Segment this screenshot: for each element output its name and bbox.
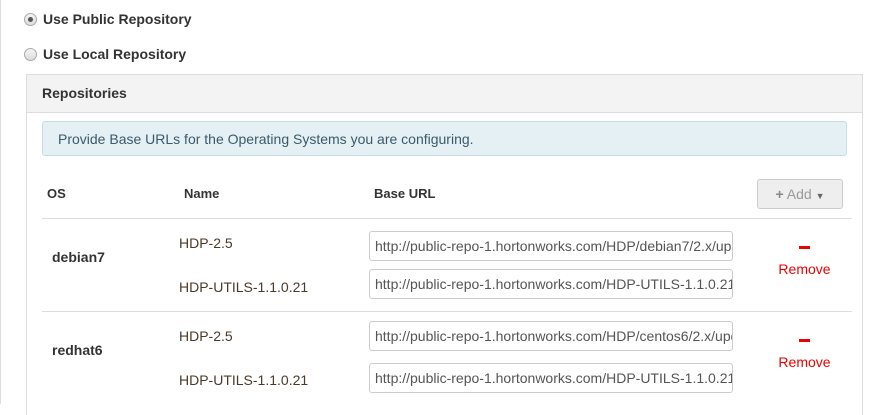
- repositories-panel: Repositories Provide Base URLs for the O…: [26, 74, 863, 415]
- os-label: debian7: [52, 249, 105, 265]
- remove-os-button[interactable]: Remove: [772, 339, 837, 370]
- base-url-input[interactable]: http://public-repo-1.hortonworks.com/HDP…: [369, 363, 733, 393]
- add-label: Add: [786, 186, 812, 202]
- left-border: [0, 0, 1, 404]
- caret-down-icon: ▼: [815, 191, 825, 201]
- panel-title: Repositories: [27, 75, 862, 113]
- divider: [42, 218, 852, 219]
- radio-unchecked-icon: [24, 47, 37, 61]
- repo-name: HDP-UTILS-1.1.0.21: [179, 372, 309, 388]
- column-header-base-url: Base URL: [374, 186, 436, 201]
- remove-label: Remove: [778, 354, 831, 370]
- repo-name: HDP-2.5: [179, 235, 233, 251]
- use-public-repository-radio[interactable]: Use Public Repository: [24, 11, 192, 27]
- column-header-os: OS: [47, 186, 66, 201]
- divider: [42, 311, 852, 312]
- minus-icon: [799, 339, 810, 342]
- minus-icon: [799, 246, 810, 249]
- remove-os-button[interactable]: Remove: [772, 246, 837, 277]
- column-header-name: Name: [184, 186, 220, 201]
- base-url-input[interactable]: http://public-repo-1.hortonworks.com/HDP…: [369, 269, 733, 299]
- base-url-input[interactable]: http://public-repo-1.hortonworks.com/HDP…: [369, 321, 733, 351]
- use-local-repository-radio[interactable]: Use Local Repository: [24, 46, 186, 62]
- os-label: redhat6: [52, 342, 103, 358]
- radio-label: Use Local Repository: [43, 46, 187, 62]
- radio-checked-icon: [24, 12, 37, 26]
- repo-name: HDP-2.5: [179, 328, 233, 344]
- base-url-input[interactable]: http://public-repo-1.hortonworks.com/HDP…: [369, 231, 733, 261]
- repo-name: HDP-UTILS-1.1.0.21: [179, 279, 309, 295]
- info-alert: Provide Base URLs for the Operating Syst…: [42, 121, 847, 156]
- remove-label: Remove: [778, 261, 831, 277]
- add-os-button[interactable]: + Add ▼: [757, 179, 843, 209]
- radio-label: Use Public Repository: [43, 11, 192, 27]
- plus-icon: +: [775, 186, 784, 202]
